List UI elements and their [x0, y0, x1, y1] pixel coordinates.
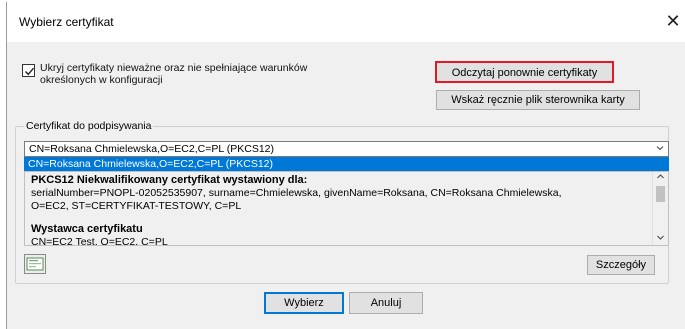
scroll-up-icon[interactable]	[653, 172, 668, 184]
certificate-details-panel: PKCS12 Niekwalifikowany certyfikat wysta…	[24, 171, 669, 246]
chevron-down-icon[interactable]	[654, 143, 666, 155]
hide-invalid-checkbox[interactable]	[22, 64, 35, 77]
select-driver-file-button[interactable]: Wskaż ręcznie plik sterownika karty	[436, 90, 640, 110]
certificate-select-value: CN=Roksana Chmielewska,O=EC2,C=PL (PKCS1…	[29, 143, 275, 155]
scroll-down-icon[interactable]	[653, 233, 668, 245]
cancel-button[interactable]: Anuluj	[349, 292, 423, 314]
certificate-option[interactable]: CN=Roksana Chmielewska,O=EC2,C=PL (PKCS1…	[24, 157, 669, 171]
select-button[interactable]: Wybierz	[264, 292, 344, 314]
issued-to-heading: PKCS12 Niekwalifikowany certyfikat wysta…	[31, 174, 308, 186]
issued-to-line: O=EC2, ST=CERTYFIKAT-TESTOWY, C=PL	[31, 200, 242, 212]
certificate-select[interactable]: CN=Roksana Chmielewska,O=EC2,C=PL (PKCS1…	[24, 141, 669, 157]
details-scrollbar[interactable]	[652, 172, 668, 245]
title-bar: Wybierz certyfikat ✕	[7, 2, 685, 42]
checkmark-icon	[25, 67, 35, 76]
reload-certificates-button[interactable]: Odczytaj ponownie certyfikaty	[435, 61, 614, 83]
group-label: Certyfikat do podpisywania	[24, 120, 154, 132]
details-button[interactable]: Szczegóły	[587, 255, 655, 275]
issuer-heading: Wystawca certyfikatu	[31, 223, 143, 235]
issued-to-line: serialNumber=PNOPL-02052535907, surname=…	[31, 187, 562, 199]
hide-invalid-label: Ukryj certyfikaty nieważne oraz nie speł…	[40, 62, 308, 86]
window-title: Wybierz certyfikat	[19, 15, 114, 29]
certificate-option-label: CN=Roksana Chmielewska,O=EC2,C=PL (PKCS1…	[28, 158, 274, 170]
issuer-line: CN=EC2 Test, O=EC2, C=PL	[31, 236, 168, 246]
certificate-icon	[24, 254, 46, 274]
close-icon[interactable]: ✕	[662, 10, 684, 32]
scroll-thumb[interactable]	[656, 186, 665, 202]
